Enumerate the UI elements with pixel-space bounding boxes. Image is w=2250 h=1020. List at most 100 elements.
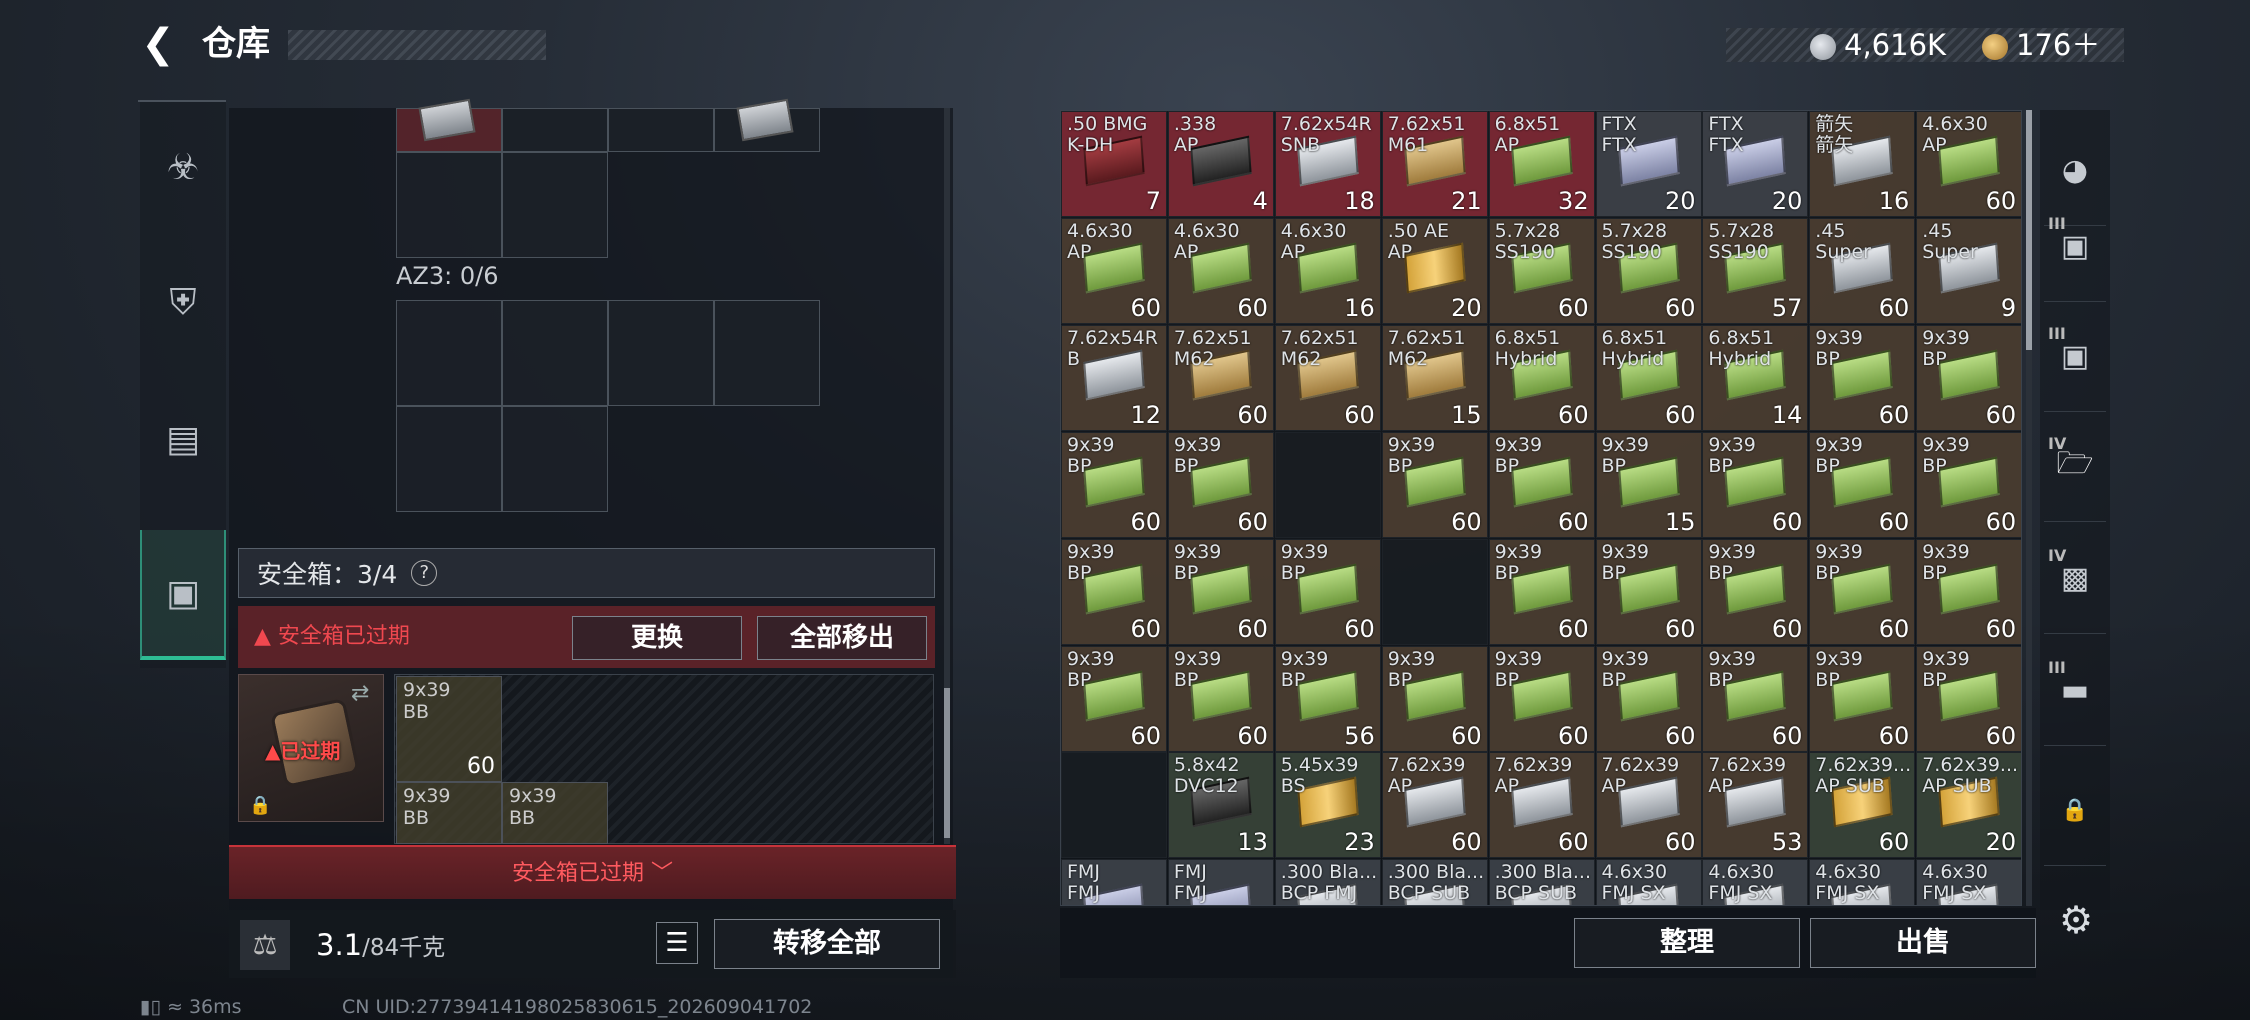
rnav-vest-iii[interactable]: III ▣ <box>2044 192 2106 302</box>
stash-item[interactable]: 4.6x30 FMJ SX <box>1702 859 1809 905</box>
stash-item[interactable]: 4.6x30 FMJ SX <box>1595 859 1702 905</box>
scroll-thumb[interactable] <box>2026 110 2032 350</box>
sort-button[interactable]: 整理 <box>1574 918 1800 968</box>
container-slot[interactable] <box>502 152 608 258</box>
stash-item[interactable]: 5.45x39 BS 23 <box>1274 752 1381 859</box>
stash-item[interactable]: 5.8x42 DVC12 13 <box>1167 752 1274 859</box>
stash-item[interactable]: 9x39 BP 60 <box>1488 538 1595 645</box>
stash-item[interactable]: 5.7x28 SS190 60 <box>1595 217 1702 324</box>
stash-item[interactable]: 7.62x39 AP 60 <box>1595 752 1702 859</box>
safebox-expired-banner[interactable]: 安全箱已过期 ﹀ <box>229 845 956 899</box>
stash-item[interactable]: 9x39 BP 60 <box>1916 538 2021 645</box>
az3-slot[interactable] <box>502 300 608 406</box>
container-slot[interactable] <box>396 152 502 258</box>
currency-gold[interactable]: 176＋ <box>1982 26 2100 64</box>
stash-item[interactable]: .338 AP 4 <box>1167 111 1274 217</box>
stash-item[interactable]: 9x39 BP 60 <box>1809 538 1916 645</box>
rnav-medkit-iv[interactable]: IV ▩ <box>2044 524 2106 634</box>
stash-item[interactable]: 9x39 BP 60 <box>1595 538 1702 645</box>
az3-slot[interactable] <box>502 406 608 512</box>
stash-empty-slot[interactable] <box>1061 752 1167 859</box>
stash-item[interactable]: 4.6x30 AP 60 <box>1061 217 1167 324</box>
stash-item[interactable]: .45 Super 9 <box>1916 217 2021 324</box>
stash-item[interactable]: 7.62x51 M62 15 <box>1381 324 1488 431</box>
container-slot[interactable] <box>714 98 820 152</box>
back-arrow-icon[interactable]: ❮ <box>136 22 180 66</box>
safebox-item[interactable]: 9x39 BB <box>396 782 502 844</box>
stash-item[interactable]: 4.6x30 FMJ SX <box>1916 859 2021 905</box>
stash-item[interactable]: 4.6x30 AP 16 <box>1274 217 1381 324</box>
stash-item[interactable]: 9x39 BP 60 <box>1167 645 1274 752</box>
stash-item[interactable]: 5.7x28 SS190 60 <box>1488 217 1595 324</box>
stash-item[interactable]: 9x39 BP 60 <box>1061 431 1167 538</box>
help-icon[interactable]: ? <box>411 560 438 586</box>
stash-item[interactable]: 箭矢 箭矢 16 <box>1809 111 1916 217</box>
stash-item[interactable]: 9x39 BP 60 <box>1702 538 1809 645</box>
stash-item[interactable]: 5.7x28 SS190 57 <box>1702 217 1809 324</box>
rnav-plate-iii[interactable]: III ▣ <box>2044 302 2106 412</box>
rnav-folder-iv[interactable]: IV 🗁 <box>2044 412 2106 522</box>
stash-item[interactable]: 4.6x30 AP 60 <box>1916 111 2021 217</box>
rnav-rifle-iii[interactable]: III ▬ <box>2044 636 2106 746</box>
stash-item[interactable]: 9x39 BP 60 <box>1061 538 1167 645</box>
stash-item[interactable]: FMJ FMJ <box>1061 859 1167 905</box>
rnav-lock[interactable]: 🔒 <box>2044 756 2106 866</box>
az3-slot[interactable] <box>396 406 502 512</box>
stash-item[interactable]: 7.62x39... AP SUB 20 <box>1916 752 2021 859</box>
stash-item[interactable]: .50 AE AP 20 <box>1381 217 1488 324</box>
nav-safebox[interactable]: ▣ <box>140 530 226 660</box>
stash-item[interactable]: 9x39 BP 60 <box>1488 431 1595 538</box>
stash-item[interactable]: 9x39 BP 60 <box>1809 431 1916 538</box>
list-icon[interactable]: ☰ <box>656 922 698 964</box>
stash-item[interactable]: 7.62x51 M61 21 <box>1381 111 1488 217</box>
scroll-thumb[interactable] <box>944 688 950 838</box>
stash-item[interactable]: 9x39 BP 60 <box>1167 431 1274 538</box>
stash-item[interactable]: 7.62x51 M62 60 <box>1167 324 1274 431</box>
stash-empty-slot[interactable] <box>1274 431 1381 538</box>
stash-item[interactable]: FMJ FMJ <box>1167 859 1274 905</box>
stash-empty-slot[interactable] <box>1381 538 1488 645</box>
az3-slot[interactable] <box>396 300 502 406</box>
stash-item[interactable]: 7.62x39 AP 60 <box>1381 752 1488 859</box>
stash-item[interactable]: 9x39 BP 15 <box>1595 431 1702 538</box>
swap-icon[interactable]: ⇄ <box>351 681 369 706</box>
stash-item[interactable]: .50 BMG K-DH 7 <box>1061 111 1167 217</box>
stash-item[interactable]: 6.8x51 Hybrid 14 <box>1702 324 1809 431</box>
stash-item[interactable]: 9x39 BP 60 <box>1061 645 1167 752</box>
stash-item[interactable]: 9x39 BP 60 <box>1488 645 1595 752</box>
stash-item[interactable]: FTX FTX 20 <box>1595 111 1702 217</box>
left-scrollbar[interactable] <box>944 108 950 844</box>
stash-item[interactable]: 7.62x39 AP 53 <box>1702 752 1809 859</box>
az3-slot[interactable] <box>714 300 820 406</box>
container-slot[interactable] <box>396 98 502 152</box>
stash-item[interactable]: 9x39 BP 60 <box>1274 538 1381 645</box>
stash-item[interactable]: 4.6x30 AP 60 <box>1167 217 1274 324</box>
stash-item[interactable]: 9x39 BP 60 <box>1916 324 2021 431</box>
move-all-out-button[interactable]: 全部移出 <box>757 616 927 660</box>
stash-item[interactable]: 9x39 BP 60 <box>1702 645 1809 752</box>
stash-item[interactable]: FTX FTX 20 <box>1702 111 1809 217</box>
stash-item[interactable]: 4.6x30 FMJ SX <box>1809 859 1916 905</box>
az3-slot[interactable] <box>608 300 714 406</box>
nav-armor[interactable]: ⛨ <box>140 238 226 368</box>
stash-item[interactable]: .45 Super 60 <box>1809 217 1916 324</box>
stash-item[interactable]: 9x39 BP 60 <box>1167 538 1274 645</box>
stash-scrollbar[interactable] <box>2026 110 2032 906</box>
transfer-all-button[interactable]: 转移全部 <box>714 919 940 969</box>
stash-item[interactable]: 9x39 BP 60 <box>1702 431 1809 538</box>
stash-item[interactable]: .300 Bla... BCP SUB <box>1381 859 1488 905</box>
stash-item[interactable]: 7.62x51 M62 60 <box>1274 324 1381 431</box>
stash-item[interactable]: 6.8x51 Hybrid 60 <box>1595 324 1702 431</box>
stash-item[interactable]: 6.8x51 AP 32 <box>1488 111 1595 217</box>
stash-item[interactable]: 9x39 BP 60 <box>1809 324 1916 431</box>
stash-item[interactable]: 9x39 BP 60 <box>1916 431 2021 538</box>
stash-item[interactable]: 7.62x54R B 12 <box>1061 324 1167 431</box>
stash-item[interactable]: 9x39 BP 60 <box>1595 645 1702 752</box>
nav-weapon[interactable]: ☣ <box>140 102 226 232</box>
stash-item[interactable]: 6.8x51 Hybrid 60 <box>1488 324 1595 431</box>
stash-item[interactable]: 7.62x54R SNB 18 <box>1274 111 1381 217</box>
safebox-item[interactable]: 9x39 BB 60 <box>396 676 502 782</box>
stash-item[interactable]: 9x39 BP 60 <box>1381 645 1488 752</box>
stash-item[interactable]: .300 Bla... BCP FMJ <box>1274 859 1381 905</box>
safebox-case[interactable]: ▲已过期 🔒 ⇄ <box>238 674 384 822</box>
